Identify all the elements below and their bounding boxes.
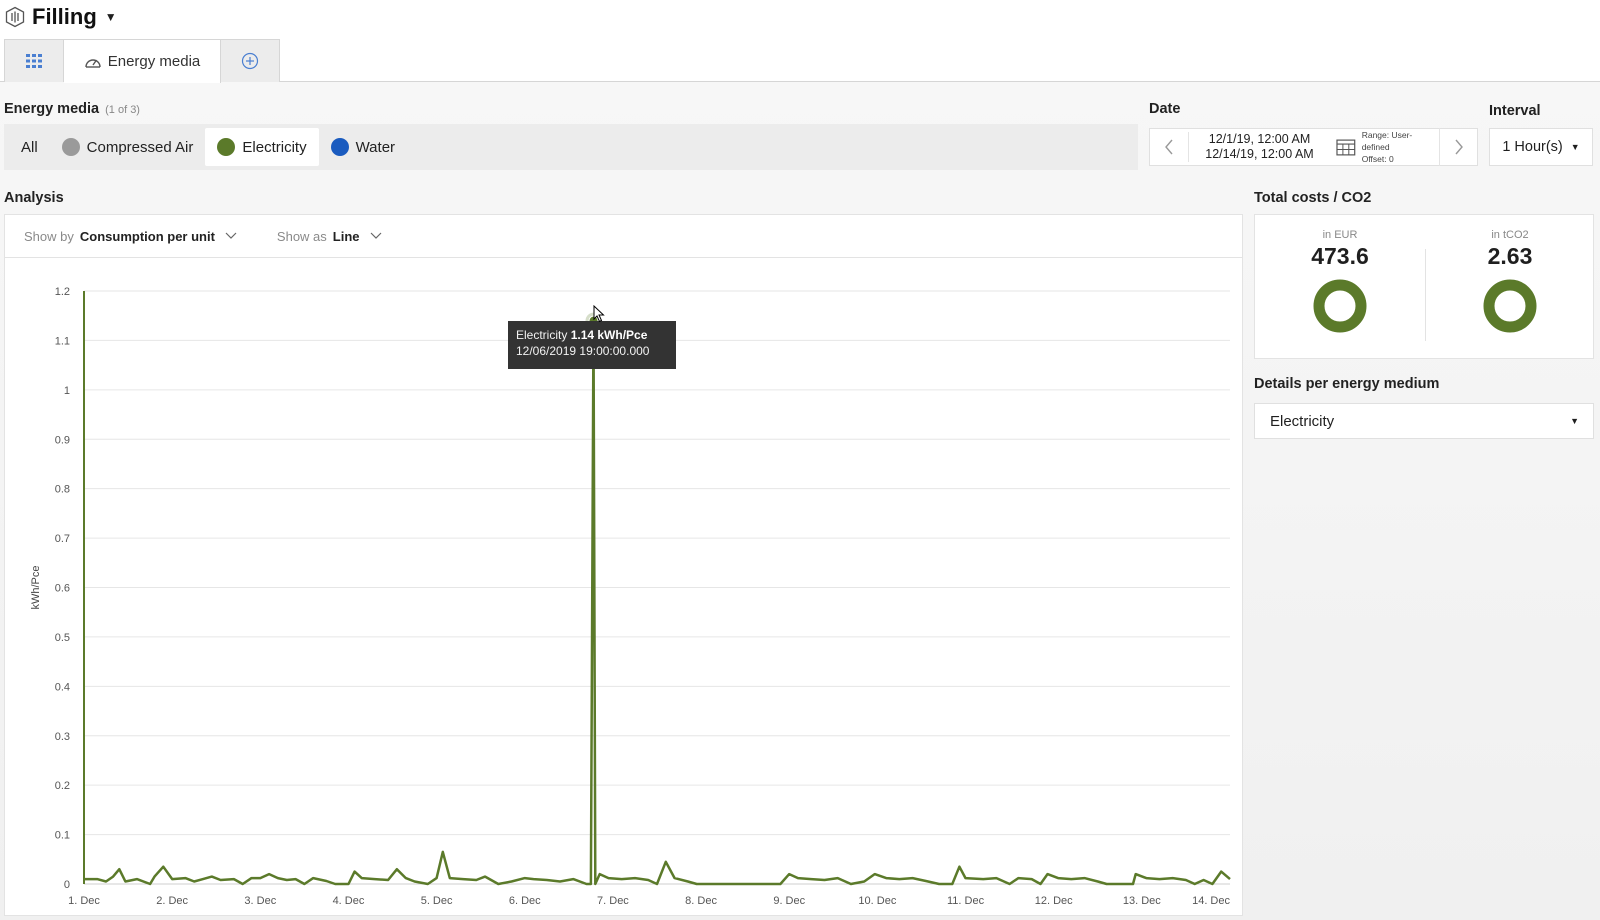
date-range-values[interactable]: 12/1/19, 12:00 AM 12/14/19, 12:00 AM bbox=[1188, 132, 1326, 162]
costs-panel: in EUR 473.6 in tCO2 2.63 bbox=[1254, 214, 1594, 359]
asset-icon bbox=[5, 6, 25, 28]
range-type: Range: User-defined bbox=[1361, 130, 1413, 152]
media-filter-compressed-air[interactable]: Compressed Air bbox=[50, 128, 206, 166]
x-tick-label: 13. Dec bbox=[1123, 895, 1161, 907]
calendar-icon bbox=[1336, 139, 1356, 156]
date-heading: Date bbox=[1149, 101, 1181, 117]
y-tick-label: 0.8 bbox=[55, 484, 70, 496]
grid-icon bbox=[26, 54, 42, 68]
energy-medium-value: Electricity bbox=[1270, 412, 1335, 430]
series-line-electricity bbox=[84, 319, 1231, 886]
interval-heading: Interval bbox=[1489, 103, 1541, 119]
y-tick-label: 0.7 bbox=[55, 533, 70, 545]
compressed-air-dot-icon bbox=[61, 138, 80, 156]
cost-co2: in tCO2 2.63 bbox=[1425, 229, 1595, 339]
x-tick-label: 10. Dec bbox=[858, 895, 896, 907]
interval-value: 1 Hour(s) bbox=[1502, 139, 1563, 155]
caret-down-icon: ▼ bbox=[1570, 416, 1579, 426]
y-tick-label: 1.1 bbox=[55, 335, 70, 347]
x-tick-label: 1. Dec bbox=[68, 895, 100, 907]
date-start: 12/1/19, 12:00 AM bbox=[1208, 132, 1311, 146]
date-range-selector[interactable]: Range: User-defined Offset: 0 bbox=[1326, 129, 1439, 165]
details-heading: Details per energy medium bbox=[1254, 376, 1440, 392]
analysis-panel: Show by Consumption per unit Show as Lin… bbox=[4, 214, 1243, 916]
interval-select[interactable]: 1 Hour(s) ▼ bbox=[1489, 128, 1593, 166]
analysis-heading: Analysis bbox=[4, 190, 64, 206]
chart-tooltip: Electricity 1.14 kWh/Pce 12/06/2019 19:0… bbox=[508, 321, 676, 369]
tab-energy-media-label: Energy media bbox=[107, 53, 201, 70]
x-tick-label: 7. Dec bbox=[597, 895, 629, 907]
media-filter-electricity[interactable]: Electricity bbox=[205, 128, 319, 166]
x-tick-label: 14. Dec bbox=[1192, 895, 1230, 907]
x-tick-label: 4. Dec bbox=[333, 895, 365, 907]
show-as-select[interactable]: Show as Line bbox=[277, 229, 382, 244]
x-tick-label: 3. Dec bbox=[244, 895, 276, 907]
tooltip-series: Electricity bbox=[516, 328, 568, 342]
tab-overview[interactable] bbox=[4, 39, 64, 82]
show-by-select[interactable]: Show by Consumption per unit bbox=[24, 229, 237, 244]
tab-energy-media[interactable]: Energy media bbox=[64, 39, 221, 83]
y-tick-label: 0 bbox=[64, 879, 70, 891]
energy-media-heading: Energy media (1 of 3) bbox=[4, 101, 140, 117]
date-prev-button[interactable] bbox=[1150, 128, 1188, 166]
date-picker: 12/1/19, 12:00 AM 12/14/19, 12:00 AM Ran… bbox=[1149, 128, 1478, 166]
costs-heading: Total costs / CO2 bbox=[1254, 190, 1372, 206]
date-next-button[interactable] bbox=[1439, 128, 1477, 166]
cost-co2-value: 2.63 bbox=[1487, 243, 1533, 269]
y-tick-label: 0.6 bbox=[55, 583, 70, 595]
y-tick-label: 0.5 bbox=[55, 632, 70, 644]
electricity-dot-icon bbox=[217, 138, 236, 156]
date-end: 12/14/19, 12:00 AM bbox=[1205, 147, 1314, 161]
y-tick-label: 0.4 bbox=[55, 681, 70, 693]
cost-eur-value: 473.6 bbox=[1311, 243, 1369, 269]
range-offset: Offset: 0 bbox=[1361, 154, 1394, 164]
energy-media-filter: All Compressed Air Electricity Water bbox=[4, 124, 1138, 170]
tab-add[interactable] bbox=[221, 39, 280, 82]
app-header: Filling ▼ bbox=[4, 2, 117, 32]
x-tick-label: 5. Dec bbox=[421, 895, 453, 907]
energy-media-count: (1 of 3) bbox=[105, 104, 140, 116]
y-tick-label: 0.9 bbox=[55, 434, 70, 446]
cost-co2-donut[interactable] bbox=[1482, 278, 1538, 334]
x-tick-label: 8. Dec bbox=[685, 895, 717, 907]
y-axis-label: kWh/Pce bbox=[30, 565, 42, 609]
y-tick-label: 0.1 bbox=[55, 830, 70, 842]
x-tick-label: 6. Dec bbox=[509, 895, 541, 907]
tooltip-timestamp: 12/06/2019 19:00:00.000 bbox=[516, 343, 650, 358]
analysis-toolbar: Show by Consumption per unit Show as Lin… bbox=[5, 215, 1242, 258]
y-tick-label: 0.3 bbox=[55, 731, 70, 743]
energy-medium-select[interactable]: Electricity ▼ bbox=[1254, 403, 1594, 439]
x-tick-label: 12. Dec bbox=[1035, 895, 1073, 907]
y-tick-label: 1 bbox=[64, 385, 70, 397]
tab-bar: Energy media bbox=[4, 39, 280, 83]
cost-eur-donut[interactable] bbox=[1312, 278, 1368, 334]
add-circle-icon bbox=[241, 52, 259, 70]
media-filter-all[interactable]: All bbox=[9, 128, 50, 166]
water-dot-icon bbox=[330, 138, 349, 156]
chevron-down-icon bbox=[370, 232, 381, 239]
y-tick-label: 0.2 bbox=[55, 780, 70, 792]
x-tick-label: 11. Dec bbox=[947, 895, 985, 907]
x-tick-label: 2. Dec bbox=[156, 895, 188, 907]
media-filter-water[interactable]: Water bbox=[319, 128, 407, 166]
chevron-left-icon bbox=[1165, 139, 1173, 155]
page-title: Filling bbox=[32, 4, 97, 29]
caret-down-icon: ▼ bbox=[1570, 142, 1580, 152]
x-tick-label: 9. Dec bbox=[773, 895, 805, 907]
cost-eur: in EUR 473.6 bbox=[1255, 229, 1425, 339]
chevron-right-icon bbox=[1454, 139, 1463, 155]
title-dropdown-caret-icon[interactable]: ▼ bbox=[105, 10, 117, 24]
dashboard-icon bbox=[85, 58, 101, 68]
y-tick-label: 1.2 bbox=[55, 286, 70, 298]
chevron-down-icon bbox=[225, 232, 237, 239]
mouse-cursor-icon bbox=[593, 305, 605, 323]
tooltip-value: 1.14 kWh/Pce bbox=[570, 328, 648, 342]
